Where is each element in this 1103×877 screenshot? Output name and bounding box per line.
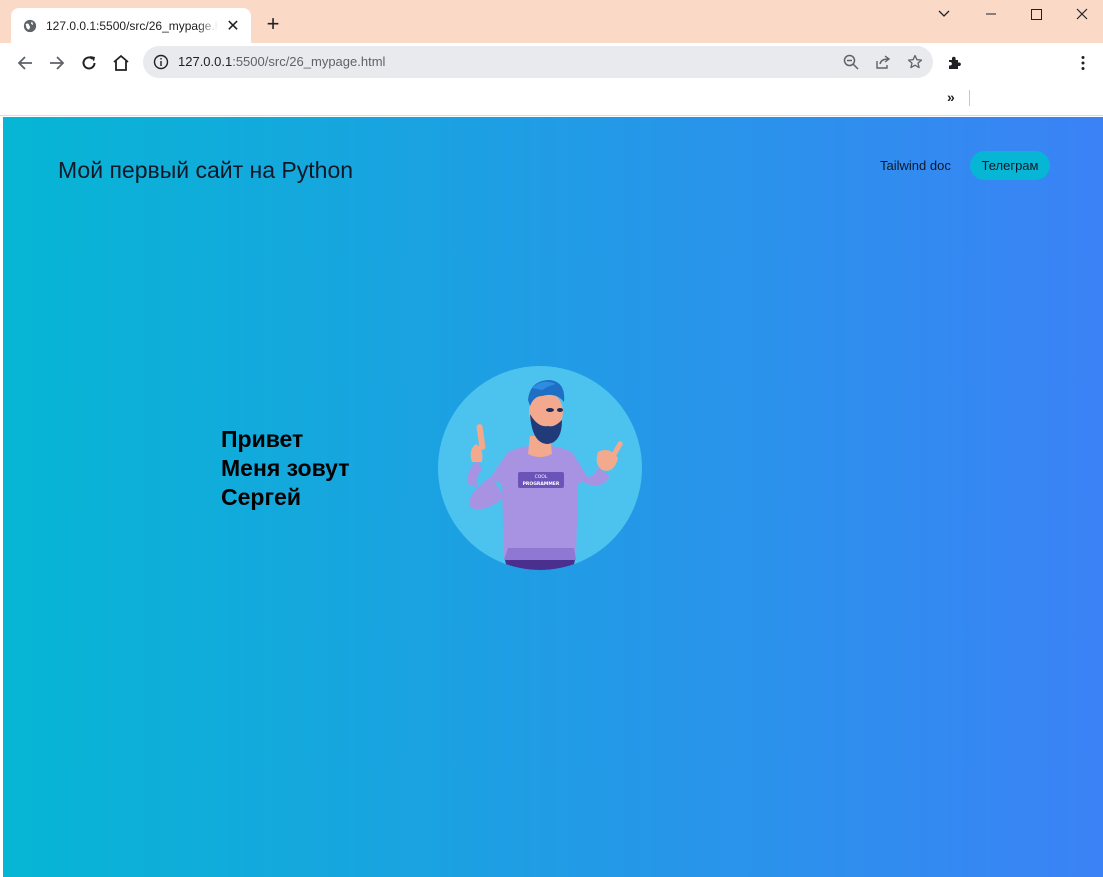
minimize-icon[interactable] xyxy=(980,4,1002,24)
bookmark-star-icon[interactable] xyxy=(907,54,923,70)
programmer-illustration: COOL PROGRAMMER xyxy=(467,380,623,570)
tab-title: 127.0.0.1:5500/src/26_mypage.html xyxy=(46,18,218,33)
close-icon[interactable]: ✕ xyxy=(226,18,240,35)
address-bar[interactable]: 127.0.0.1:5500/src/26_mypage.html xyxy=(143,46,933,78)
info-icon[interactable] xyxy=(153,54,169,70)
back-arrow-icon[interactable] xyxy=(14,52,36,74)
page-viewport: Мой первый сайт на Python Tailwind doc Т… xyxy=(3,117,1103,877)
address-host: 127.0.0.1 xyxy=(178,54,233,69)
globe-icon xyxy=(23,19,37,32)
bookmarks-divider xyxy=(969,90,970,106)
telegram-button[interactable]: Телеграм xyxy=(970,151,1050,180)
avatar: COOL PROGRAMMER xyxy=(438,366,642,570)
new-tab-button[interactable]: + xyxy=(261,13,285,36)
hero-line-2: Меня зовут xyxy=(221,455,350,481)
forward-arrow-icon[interactable] xyxy=(46,52,68,74)
menu-dots-icon[interactable] xyxy=(1072,52,1094,74)
bookmarks-bar: » xyxy=(0,81,1103,116)
reload-icon[interactable] xyxy=(78,52,100,74)
home-icon[interactable] xyxy=(110,52,132,74)
zoom-out-icon[interactable] xyxy=(843,54,859,70)
shirt-text-1: COOL xyxy=(535,474,548,480)
extensions-puzzle-icon[interactable] xyxy=(944,52,966,74)
address-url: 127.0.0.1:5500/src/26_mypage.html xyxy=(178,54,385,69)
bookmarks-more-chevron-icon[interactable]: » xyxy=(947,89,955,105)
maximize-icon[interactable] xyxy=(1025,4,1047,24)
hero-line-3: Сергей xyxy=(221,484,301,510)
share-icon[interactable] xyxy=(875,54,891,70)
shirt-text-2: PROGRAMMER xyxy=(523,481,560,487)
site-title: Мой первый сайт на Python xyxy=(58,157,354,183)
hero-line-1: Привет xyxy=(221,426,304,452)
tailwind-doc-link[interactable]: Tailwind doc xyxy=(880,158,951,173)
tab-search-chevron-icon[interactable] xyxy=(933,4,955,24)
browser-tab[interactable]: 127.0.0.1:5500/src/26_mypage.html ✕ xyxy=(11,8,251,43)
hero-greeting: Привет Меня зовут Сергей xyxy=(221,425,349,512)
window-close-icon[interactable] xyxy=(1071,4,1093,24)
browser-titlebar: 127.0.0.1:5500/src/26_mypage.html ✕ + xyxy=(0,0,1103,43)
address-path: :5500/src/26_mypage.html xyxy=(232,54,386,69)
browser-toolbar: 127.0.0.1:5500/src/26_mypage.html xyxy=(0,43,1103,81)
